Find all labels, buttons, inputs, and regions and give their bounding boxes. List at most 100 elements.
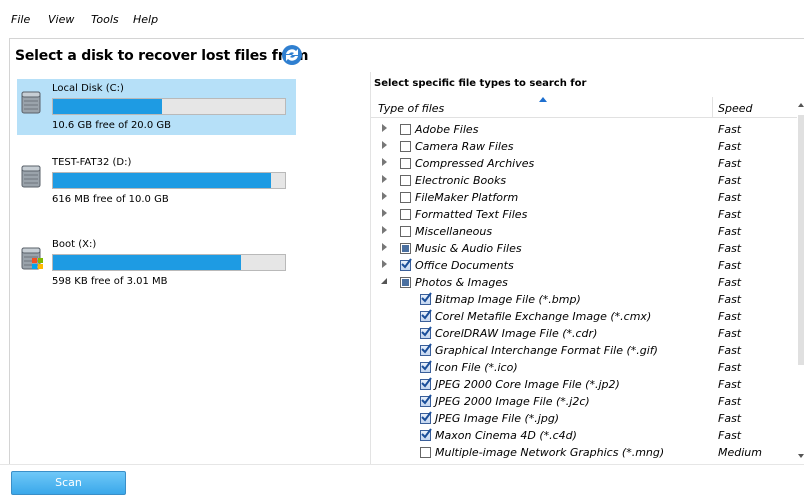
filetype-item-row[interactable]: JPEG Image File (*.jpg) Fast	[371, 410, 796, 427]
column-type-header[interactable]: Type of files	[378, 102, 444, 115]
filetype-speed: Fast	[718, 140, 742, 153]
checkbox[interactable]	[400, 175, 411, 186]
checkbox[interactable]	[400, 158, 411, 169]
checkbox[interactable]	[400, 124, 411, 135]
scroll-up-icon[interactable]	[798, 103, 804, 107]
checkbox[interactable]	[420, 292, 432, 305]
checkbox[interactable]	[400, 226, 411, 237]
disk-list: Local Disk (C:) 10.6 GB free of 20.0 GB …	[9, 72, 370, 464]
disk-free-space: 10.6 GB free of 20.0 GB	[52, 120, 171, 131]
column-divider[interactable]	[712, 97, 713, 117]
filetype-speed: Fast	[718, 429, 742, 442]
filetype-speed: Fast	[718, 157, 742, 170]
checkbox[interactable]	[400, 209, 411, 220]
expand-closed-icon[interactable]	[382, 141, 387, 149]
checkbox[interactable]	[400, 277, 411, 288]
disk-name: Local Disk (C:)	[52, 83, 124, 94]
menu-file[interactable]: File	[11, 13, 30, 26]
checkbox[interactable]	[420, 360, 432, 373]
column-speed-header[interactable]: Speed	[718, 102, 752, 115]
disk-usage-bar	[52, 172, 286, 189]
filetype-category-row[interactable]: Office Documents Fast	[371, 257, 796, 274]
checkbox[interactable]	[420, 309, 432, 322]
filetype-speed: Fast	[718, 276, 742, 289]
expand-closed-icon[interactable]	[382, 175, 387, 183]
disk-usage-bar	[52, 98, 286, 115]
expand-closed-icon[interactable]	[382, 260, 387, 268]
scroll-down-icon[interactable]	[798, 454, 804, 458]
disk-item[interactable]: TEST-FAT32 (D:) 616 MB free of 10.0 GB	[17, 153, 296, 209]
filetype-item-row[interactable]: Icon File (*.ico) Fast	[371, 359, 796, 376]
filetype-speed: Fast	[718, 123, 742, 136]
menu-bar: File View Tools Help	[0, 0, 804, 32]
expand-open-icon[interactable]	[381, 278, 387, 284]
checkbox[interactable]	[420, 343, 432, 356]
filetype-category-row[interactable]: Electronic Books Fast	[371, 172, 796, 189]
checkbox[interactable]	[400, 258, 412, 271]
vertical-scrollbar[interactable]	[797, 97, 804, 464]
checkbox[interactable]	[420, 428, 432, 441]
filetype-item-row[interactable]: Maxon Cinema 4D (*.c4d) Fast	[371, 427, 796, 444]
filetype-speed: Fast	[718, 208, 742, 221]
sort-ascending-icon	[539, 97, 547, 102]
checkbox[interactable]	[420, 394, 432, 407]
disk-usage-fill	[53, 255, 241, 270]
filetype-label: Music & Audio Files	[415, 242, 522, 255]
menu-view[interactable]: View	[48, 13, 74, 26]
checkbox[interactable]	[400, 243, 411, 254]
filetype-label: Miscellaneous	[415, 225, 493, 238]
filetype-label: Adobe Files	[415, 123, 479, 136]
disk-free-space: 616 MB free of 10.0 GB	[52, 194, 169, 205]
filetype-category-row[interactable]: Music & Audio Files Fast	[371, 240, 796, 257]
expand-closed-icon[interactable]	[382, 243, 387, 251]
filetype-label: Maxon Cinema 4D (*.c4d)	[435, 429, 577, 442]
filetype-item-row[interactable]: CorelDRAW Image File (*.cdr) Fast	[371, 325, 796, 342]
filetype-item-row[interactable]: Corel Metafile Exchange Image (*.cmx) Fas…	[371, 308, 796, 325]
disk-item[interactable]: Boot (X:) 598 KB free of 3.01 MB	[17, 235, 296, 291]
filetype-category-row[interactable]: Compressed Archives Fast	[371, 155, 796, 172]
menu-help[interactable]: Help	[133, 13, 158, 26]
filetype-category-row[interactable]: Photos & Images Fast	[371, 274, 796, 291]
filetype-category-row[interactable]: FileMaker Platform Fast	[371, 189, 796, 206]
refresh-icon[interactable]	[281, 44, 303, 66]
expand-closed-icon[interactable]	[382, 192, 387, 200]
expand-closed-icon[interactable]	[382, 209, 387, 217]
filetype-speed: Fast	[718, 361, 742, 374]
expand-closed-icon[interactable]	[382, 158, 387, 166]
scroll-thumb[interactable]	[798, 115, 804, 365]
disk-name: Boot (X:)	[52, 239, 97, 250]
filetype-category-row[interactable]: Formatted Text Files Fast	[371, 206, 796, 223]
filetype-category-row[interactable]: Camera Raw Files Fast	[371, 138, 796, 155]
column-header: Type of files Speed	[371, 97, 804, 118]
filetype-item-row[interactable]: JPEG 2000 Core Image File (*.jp2) Fast	[371, 376, 796, 393]
filetype-item-row[interactable]: Multiple-image Network Graphics (*.mng) M…	[371, 444, 796, 461]
filetype-label: JPEG Image File (*.jpg)	[435, 412, 560, 425]
filetype-item-row[interactable]: JPEG 2000 Image File (*.j2c) Fast	[371, 393, 796, 410]
expand-closed-icon[interactable]	[382, 124, 387, 132]
disk-usage-fill	[53, 173, 272, 188]
filetype-label: Icon File (*.ico)	[435, 361, 518, 374]
filetype-speed: Fast	[718, 412, 742, 425]
filetype-item-row[interactable]: Graphical Interchange Format File (*.gif…	[371, 342, 796, 359]
checkbox[interactable]	[400, 141, 411, 152]
filetype-label: Formatted Text Files	[415, 208, 528, 221]
filetype-speed: Fast	[718, 310, 742, 323]
checkbox[interactable]	[420, 326, 432, 339]
hard-drive-icon	[20, 89, 44, 115]
checkbox[interactable]	[420, 411, 432, 424]
filetype-label: Corel Metafile Exchange Image (*.cmx)	[435, 310, 652, 323]
filetype-label: Multiple-image Network Graphics (*.mng)	[435, 446, 665, 459]
checkbox[interactable]	[400, 192, 411, 203]
filetype-category-row[interactable]: Miscellaneous Fast	[371, 223, 796, 240]
filetype-label: Graphical Interchange Format File (*.gif…	[435, 344, 658, 357]
filetype-speed: Fast	[718, 174, 742, 187]
checkbox[interactable]	[420, 377, 432, 390]
menu-tools[interactable]: Tools	[91, 13, 119, 26]
filetype-speed: Fast	[718, 259, 742, 272]
checkbox[interactable]	[420, 447, 431, 458]
filetype-item-row[interactable]: Bitmap Image File (*.bmp) Fast	[371, 291, 796, 308]
expand-closed-icon[interactable]	[382, 226, 387, 234]
scan-button[interactable]: Scan	[11, 471, 126, 495]
disk-item[interactable]: Local Disk (C:) 10.6 GB free of 20.0 GB	[17, 79, 296, 135]
filetype-category-row[interactable]: Adobe Files Fast	[371, 121, 796, 138]
